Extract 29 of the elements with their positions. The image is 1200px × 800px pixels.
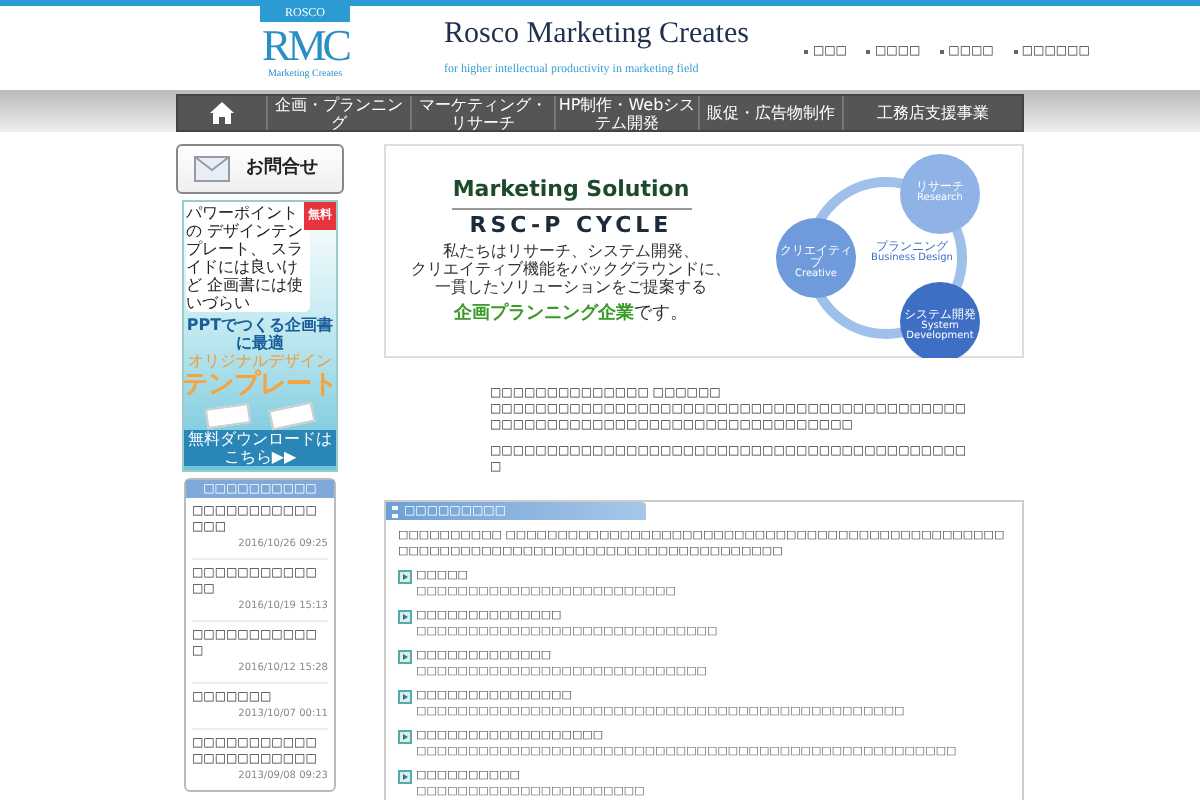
arrow-bullet-icon xyxy=(398,610,412,624)
arrow-bullet-icon xyxy=(398,730,412,744)
arrow-bullet-icon xyxy=(398,690,412,704)
nav-item[interactable]: HP制作・Webシステム開発 xyxy=(556,96,700,130)
home-icon xyxy=(210,102,234,124)
template-card-icon xyxy=(268,401,316,431)
ad-download-link[interactable]: 無料ダウンロードはこちら▶▶ xyxy=(184,430,336,466)
ad-lead: PPTでつくる企画書に最適 xyxy=(184,316,336,352)
arrow-bullet-icon xyxy=(398,570,412,584)
banner-text-line: 私たちはリサーチ、システム開発、 xyxy=(443,242,699,261)
ad-bubble-text: パワーポイントの デザインテンプレート、 スライドには良いけど 企画書には使いづらい xyxy=(186,204,310,312)
nav-item[interactable]: 販促・広告物制作 xyxy=(700,96,844,130)
nav-item[interactable]: 企画・プランニング xyxy=(268,96,412,130)
banner-tagline: 企画プランニング企業です。 xyxy=(454,300,688,327)
nav-item[interactable]: マーケティング・リサーチ xyxy=(412,96,556,130)
arrow-bullet-icon xyxy=(398,770,412,784)
contact-button[interactable]: お問合せ xyxy=(176,144,344,194)
ad-headline: テンプレート xyxy=(184,370,336,402)
arrow-bullet-icon xyxy=(398,650,412,664)
list-icon xyxy=(392,505,398,517)
nav-item[interactable]: 工務店支援事業 xyxy=(844,96,1022,130)
site-title: Rosco Marketing Creates xyxy=(444,16,749,52)
template-card-icon xyxy=(204,403,252,429)
ad-subtitle: オリジナルデザイン xyxy=(188,352,332,370)
banner-text-line: クリエイティブ機能をバックグラウンドに、 xyxy=(411,260,731,279)
banner-heading: Marketing Solution xyxy=(452,174,690,207)
envelope-icon xyxy=(194,156,230,182)
banner-subheading: RSC-P CYCLE xyxy=(469,209,673,242)
banner-text-line: 一貫したソリューションをご提案する xyxy=(435,278,707,297)
